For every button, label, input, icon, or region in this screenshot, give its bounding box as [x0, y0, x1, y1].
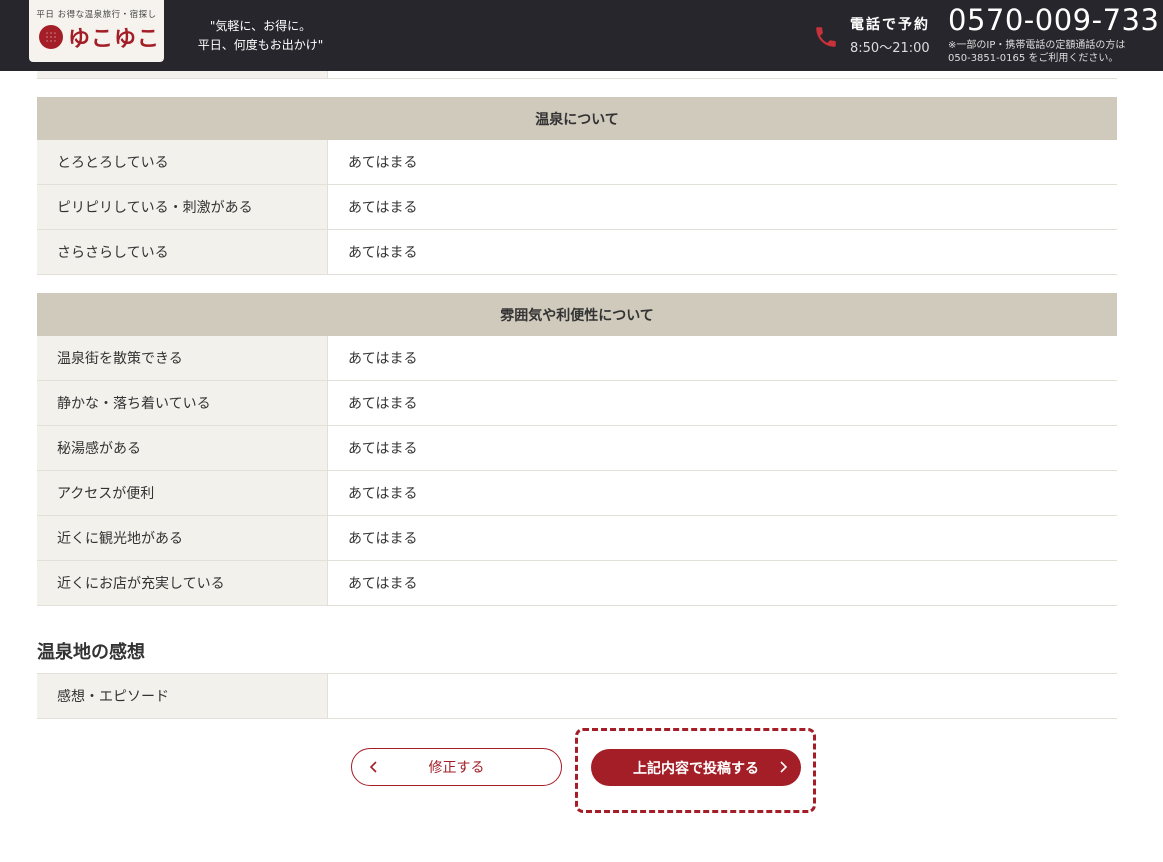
chevron-right-icon	[780, 761, 788, 773]
fix-button-label: 修正する	[428, 760, 485, 776]
table-row: さらさらしている あてはまる	[37, 230, 1117, 275]
phone-note-line-2: 050-3851-0165 をご利用ください。	[948, 53, 1119, 64]
row-value: あてはまる	[348, 576, 418, 592]
section-header-atmosphere: 雰囲気や利便性について	[37, 293, 1117, 336]
logo-text: ゆこゆこ	[68, 27, 161, 52]
previous-row-stub	[37, 71, 1117, 79]
slogan: "気軽に、お得に。 平日、何度もお出かけ"	[178, 17, 343, 55]
logo-mark-icon	[39, 25, 63, 49]
row-value: あてはまる	[348, 155, 418, 171]
row-label: 静かな・落ち着いている	[37, 381, 328, 425]
fix-button[interactable]: 修正する	[351, 748, 562, 786]
row-value: あてはまる	[348, 441, 418, 457]
row-label: 温泉街を散策できる	[37, 336, 328, 380]
phone-note-line-1: ※一部のIP・携帯電話の定額通話の方は	[948, 40, 1126, 51]
row-value: あてはまる	[348, 245, 418, 261]
table-row: ピリピリしている・刺激がある あてはまる	[37, 185, 1117, 230]
row-value: あてはまる	[348, 486, 418, 502]
row-label: ピリピリしている・刺激がある	[37, 185, 328, 229]
table-row: 秘湯感がある あてはまる	[37, 426, 1117, 471]
row-label: アクセスが便利	[37, 471, 328, 515]
phone-note: ※一部のIP・携帯電話の定額通話の方は 050-3851-0165 をご利用くだ…	[948, 39, 1125, 65]
phone-icon	[816, 27, 836, 47]
phone-number[interactable]: 0570-009-733	[948, 3, 1159, 37]
row-label: 近くに観光地がある	[37, 516, 328, 560]
impressions-heading: 温泉地の感想	[37, 642, 145, 663]
submit-button[interactable]: 上記内容で投稿する	[591, 749, 801, 786]
table-row: 温泉街を散策できる あてはまる	[37, 336, 1117, 381]
logo-subtitle: 平日 お得な温泉旅行・宿探し	[36, 10, 157, 20]
row-value: あてはまる	[348, 531, 418, 547]
impressions-table: 感想・エピソード	[37, 673, 1117, 719]
onsen-table: 温泉について とろとろしている あてはまる ピリピリしている・刺激がある あては…	[37, 97, 1117, 275]
phone-hours: 8:50〜21:00	[850, 41, 930, 56]
row-label: さらさらしている	[37, 230, 328, 274]
table-row: アクセスが便利 あてはまる	[37, 471, 1117, 516]
chevron-left-icon	[369, 761, 377, 773]
row-label: 秘湯感がある	[37, 426, 328, 470]
row-value	[328, 674, 1117, 718]
row-label: とろとろしている	[37, 140, 328, 184]
submit-button-label: 上記内容で投稿する	[633, 760, 759, 777]
table-row: 感想・エピソード	[37, 674, 1117, 719]
section-header-onsen: 温泉について	[37, 97, 1117, 140]
row-value: あてはまる	[348, 396, 418, 412]
table-row: とろとろしている あてはまる	[37, 140, 1117, 185]
table-row: 静かな・落ち着いている あてはまる	[37, 381, 1117, 426]
table-row: 近くにお店が充実している あてはまる	[37, 561, 1117, 606]
site-logo[interactable]: 平日 お得な温泉旅行・宿探し ゆこゆこ	[29, 0, 164, 62]
phone-reservation-label: 電話で予約	[850, 17, 930, 33]
slogan-line-2: 平日、何度もお出かけ"	[197, 38, 324, 52]
slogan-line-1: "気軽に、お得に。	[209, 19, 312, 33]
site-header: 平日 お得な温泉旅行・宿探し ゆこゆこ "気軽に、お得に。 平日、何度もお出かけ…	[0, 0, 1163, 71]
row-label: 感想・エピソード	[37, 674, 328, 718]
row-value: あてはまる	[348, 200, 418, 216]
row-label: 近くにお店が充実している	[37, 561, 328, 605]
row-value: あてはまる	[348, 351, 418, 367]
atmosphere-table: 雰囲気や利便性について 温泉街を散策できる あてはまる 静かな・落ち着いている …	[37, 293, 1117, 606]
table-row: 近くに観光地がある あてはまる	[37, 516, 1117, 561]
